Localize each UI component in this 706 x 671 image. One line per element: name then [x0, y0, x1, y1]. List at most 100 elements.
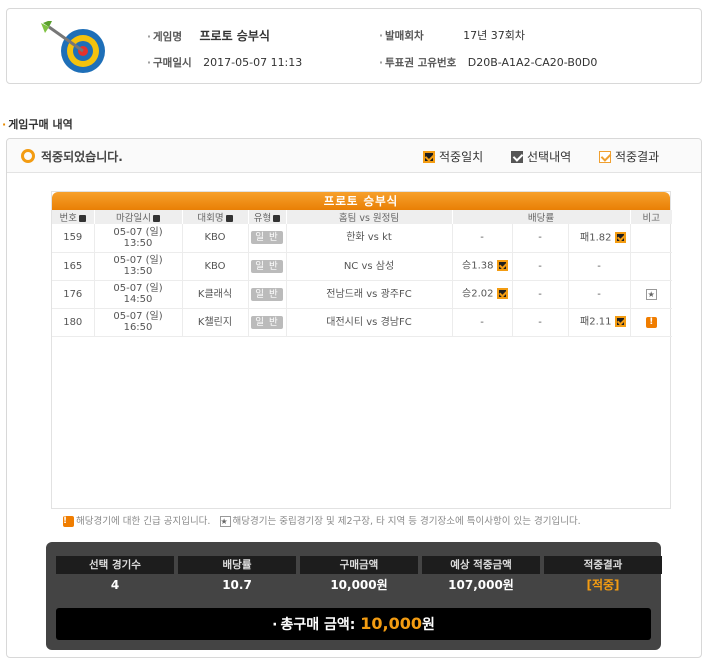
ticket-id-value: D20B-A1A2-CA20-B0D0: [467, 56, 598, 69]
bet-table-container: 프로토 승부식 번호 마감일시 대회명 유형 홈팀 vs 원정팀 배당률 비고: [51, 191, 672, 509]
cell-no: 180: [52, 308, 95, 337]
purchase-date-value: 2017-05-07 11:13: [203, 56, 303, 69]
special-venue-text: 해당경기는 중립경기장 및 제2구장, 타 지역 등 경기장소에 특이사항이 있…: [232, 516, 581, 527]
urgent-notice-icon: !: [63, 516, 74, 527]
type-badge: 일 반: [251, 231, 283, 245]
urgent-notice-text: 해당경기에 대한 긴급 공지입니다.: [76, 516, 211, 527]
header-odds: 배당률: [452, 210, 631, 224]
summary-odds-value: 10.7: [222, 578, 252, 592]
checkbox-selection-icon: [511, 150, 523, 163]
cell-league: KBO: [182, 224, 249, 253]
cell-note[interactable]: ★: [630, 280, 672, 309]
cell-note[interactable]: !: [630, 308, 672, 337]
legend-match-label: 적중일치: [439, 150, 484, 164]
cell-league: K클래식: [182, 280, 249, 309]
type-badge: 일 반: [251, 259, 283, 273]
cell-deadline: 05-07 (일) 16:50: [94, 308, 183, 337]
cell-note: [630, 252, 672, 281]
special-venue-icon[interactable]: ★: [645, 288, 657, 300]
table-title: 프로토 승부식: [52, 192, 670, 210]
table-row: 176 05-07 (일) 14:50 K클래식 일 반 전남드래 vs 광주FC…: [52, 280, 672, 309]
cell-teams: 대전시티 vs 경남FC: [286, 308, 453, 337]
cell-type: 일 반: [248, 224, 287, 253]
sort-icon[interactable]: [78, 215, 86, 222]
ticket-id-row: 투표권 고유번호 D20B-A1A2-CA20-B0D0: [379, 55, 597, 70]
total-purchase-bar: 총구매 금액: 10,000원: [56, 608, 651, 640]
checkbox-result-icon: [599, 150, 611, 163]
issue-round-row: 발매회차 17년 37회차: [379, 27, 525, 43]
summary-odds-label: 배당률: [178, 556, 296, 574]
cell-league: K챌린지: [182, 308, 249, 337]
target-dart-icon: [41, 21, 105, 73]
summary-odds: 배당률 10.7: [178, 556, 296, 596]
header-teams: 홈팀 vs 원정팀: [286, 210, 453, 224]
issue-round-value: 17년 37회차: [463, 29, 525, 42]
total-amount: 10,000: [360, 614, 422, 633]
cell-teams: 한화 vs kt: [286, 224, 453, 253]
bet-table: 번호 마감일시 대회명 유형 홈팀 vs 원정팀 배당률 비고 159 05-0…: [52, 210, 672, 337]
game-name-value: 프로토 승부식: [199, 29, 270, 43]
legend-result-label: 적중결과: [615, 150, 660, 164]
urgent-notice-icon[interactable]: !: [645, 317, 657, 328]
game-name-row: 게임명 프로토 승부식: [147, 27, 270, 44]
cell-note: [630, 224, 672, 253]
cell-odd-win: 승1.38: [452, 252, 513, 281]
cell-odd-loss: 패2.11: [568, 308, 631, 337]
header-league[interactable]: 대회명: [182, 210, 249, 224]
cell-odd-win: 승2.02: [452, 280, 513, 309]
header-note: 비고: [630, 210, 672, 224]
summary-result: 적중결과 [적중]: [544, 556, 662, 596]
cell-teams: NC vs 삼성: [286, 252, 453, 281]
type-badge: 일 반: [251, 315, 283, 329]
total-label: 총구매 금액:: [272, 617, 355, 633]
purchase-date-row: 구매일시 2017-05-07 11:13: [147, 55, 302, 70]
header-deadline[interactable]: 마감일시: [94, 210, 183, 224]
cell-deadline: 05-07 (일) 14:50: [94, 280, 183, 309]
issue-round-label: 발매회차: [379, 30, 424, 42]
table-row: 159 05-07 (일) 13:50 KBO 일 반 한화 vs kt - - …: [52, 224, 672, 253]
cell-odd-win: -: [452, 308, 513, 337]
summary-count-label: 선택 경기수: [56, 556, 174, 574]
header-no[interactable]: 번호: [52, 210, 95, 224]
summary-count-value: 4: [110, 578, 120, 592]
header-type[interactable]: 유형: [248, 210, 287, 224]
legend-match: 적중일치: [423, 148, 483, 165]
table-header-row: 번호 마감일시 대회명 유형 홈팀 vs 원정팀 배당률 비고: [52, 210, 672, 224]
result-header: 적중되었습니다. 적중일치 선택내역 적중결과: [7, 139, 701, 173]
cell-odd-draw: -: [512, 280, 569, 309]
sort-icon[interactable]: [152, 215, 160, 222]
cell-league: KBO: [182, 252, 249, 281]
legend-selection: 선택내역: [511, 148, 571, 165]
summary-expected-value: 107,000원: [448, 578, 514, 592]
type-badge: 일 반: [251, 287, 283, 301]
cell-type: 일 반: [248, 280, 287, 309]
ticket-id-label: 투표권 고유번호: [379, 57, 456, 69]
summary-amount: 구매금액 10,000원: [300, 556, 418, 596]
special-venue-icon: ★: [219, 516, 231, 527]
cell-odd-draw: -: [512, 252, 569, 281]
cell-teams: 전남드래 vs 광주FC: [286, 280, 453, 309]
sort-icon[interactable]: [273, 215, 281, 222]
summary-result-value: [적중]: [586, 578, 620, 592]
cell-no: 176: [52, 280, 95, 309]
table-row: 180 05-07 (일) 16:50 K챌린지 일 반 대전시티 vs 경남FC…: [52, 308, 672, 337]
cell-odd-loss: 패1.82: [568, 224, 631, 253]
sort-icon[interactable]: [225, 215, 233, 222]
section-title: 게임구매 내역: [2, 116, 73, 132]
cell-no: 165: [52, 252, 95, 281]
cell-type: 일 반: [248, 252, 287, 281]
checkbox-match-icon: [423, 150, 435, 163]
summary-expected: 예상 적중금액 107,000원: [422, 556, 540, 596]
cell-odd-draw: -: [512, 224, 569, 253]
cell-odd-draw: -: [512, 308, 569, 337]
cell-odd-win: -: [452, 224, 513, 253]
cell-deadline: 05-07 (일) 13:50: [94, 252, 183, 281]
summary-amount-value: 10,000원: [330, 578, 388, 592]
status-circle-icon: [21, 149, 35, 163]
selected-check-icon: [614, 316, 626, 328]
result-status-text: 적중되었습니다.: [41, 150, 123, 164]
cell-deadline: 05-07 (일) 13:50: [94, 224, 183, 253]
purchase-summary: 선택 경기수 4 배당률 10.7 구매금액 10,000원 예상 적중금액 1…: [46, 542, 662, 650]
summary-result-label: 적중결과: [544, 556, 662, 574]
table-row: 165 05-07 (일) 13:50 KBO 일 반 NC vs 삼성 승1.3…: [52, 252, 672, 281]
